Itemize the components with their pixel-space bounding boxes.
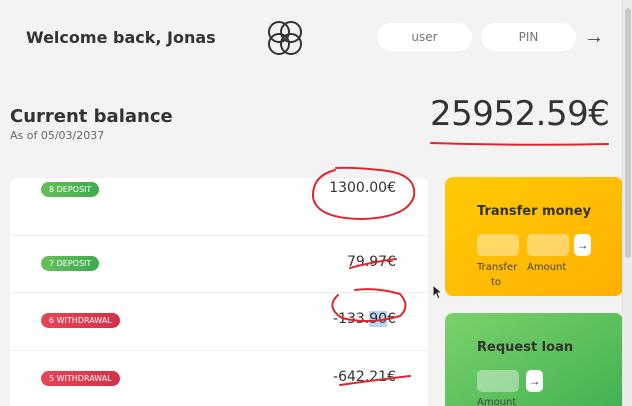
- login-button[interactable]: →: [580, 24, 608, 50]
- transfer-money-panel: Transfer money → Transfer to Amount: [445, 177, 623, 296]
- balance-date: As of 05/03/2037: [10, 129, 105, 142]
- welcome-message: Welcome back, Jonas: [26, 28, 216, 47]
- transfer-title: Transfer money: [477, 204, 592, 219]
- amount-part: €: [387, 311, 396, 327]
- balance-value: 25952.59€: [430, 94, 610, 134]
- movements-list: 8 DEPOSIT 1300.00€ 7 DEPOSIT 79.97€ 6 WI…: [10, 178, 428, 406]
- movement-amount: 79.97€: [347, 253, 396, 270]
- transfer-to-label: Transfer: [477, 262, 518, 273]
- user-input[interactable]: [377, 23, 472, 51]
- scrollbar-thumb[interactable]: [625, 8, 631, 258]
- movement-row: 7 DEPOSIT 79.97€: [10, 236, 428, 293]
- pin-input[interactable]: [481, 23, 576, 51]
- movement-row: 5 WITHDRAWAL -642.21€: [10, 351, 428, 406]
- movement-amount: -133.90€: [333, 311, 396, 327]
- transfer-amount-input[interactable]: [527, 234, 569, 256]
- loan-submit-button[interactable]: →: [526, 370, 543, 392]
- selected-text-highlight: 90: [369, 311, 388, 327]
- transfer-to-input[interactable]: [477, 234, 519, 256]
- page-scrollbar[interactable]: [622, 0, 632, 406]
- loan-amount-label: Amount: [477, 397, 517, 406]
- amount-part: -133.: [333, 311, 370, 327]
- movement-amount: -642.21€: [333, 368, 396, 385]
- movement-type-badge: 5 WITHDRAWAL: [41, 370, 120, 386]
- current-balance-label: Current balance: [10, 106, 173, 127]
- movement-type-badge: 6 WITHDRAWAL: [41, 313, 120, 328]
- loan-title: Request loan: [477, 340, 574, 355]
- movement-row: 8 DEPOSIT 1300.00€: [10, 178, 428, 236]
- mouse-cursor-icon: [432, 284, 444, 300]
- loan-amount-input[interactable]: [477, 370, 519, 392]
- balance-underline-annotation: [430, 142, 609, 146]
- movement-type-badge: 7 DEPOSIT: [41, 255, 100, 271]
- request-loan-panel: Request loan → Amount: [445, 313, 623, 406]
- transfer-to-label-2: to: [491, 277, 502, 288]
- transfer-submit-button[interactable]: →: [574, 234, 591, 256]
- movement-type-badge: 8 DEPOSIT: [41, 182, 100, 197]
- transfer-amount-label: Amount: [527, 262, 567, 273]
- movement-amount: 1300.00€: [329, 180, 396, 196]
- bankist-logo-icon: [268, 21, 302, 55]
- movement-row: 6 WITHDRAWAL -133.90€: [10, 293, 428, 351]
